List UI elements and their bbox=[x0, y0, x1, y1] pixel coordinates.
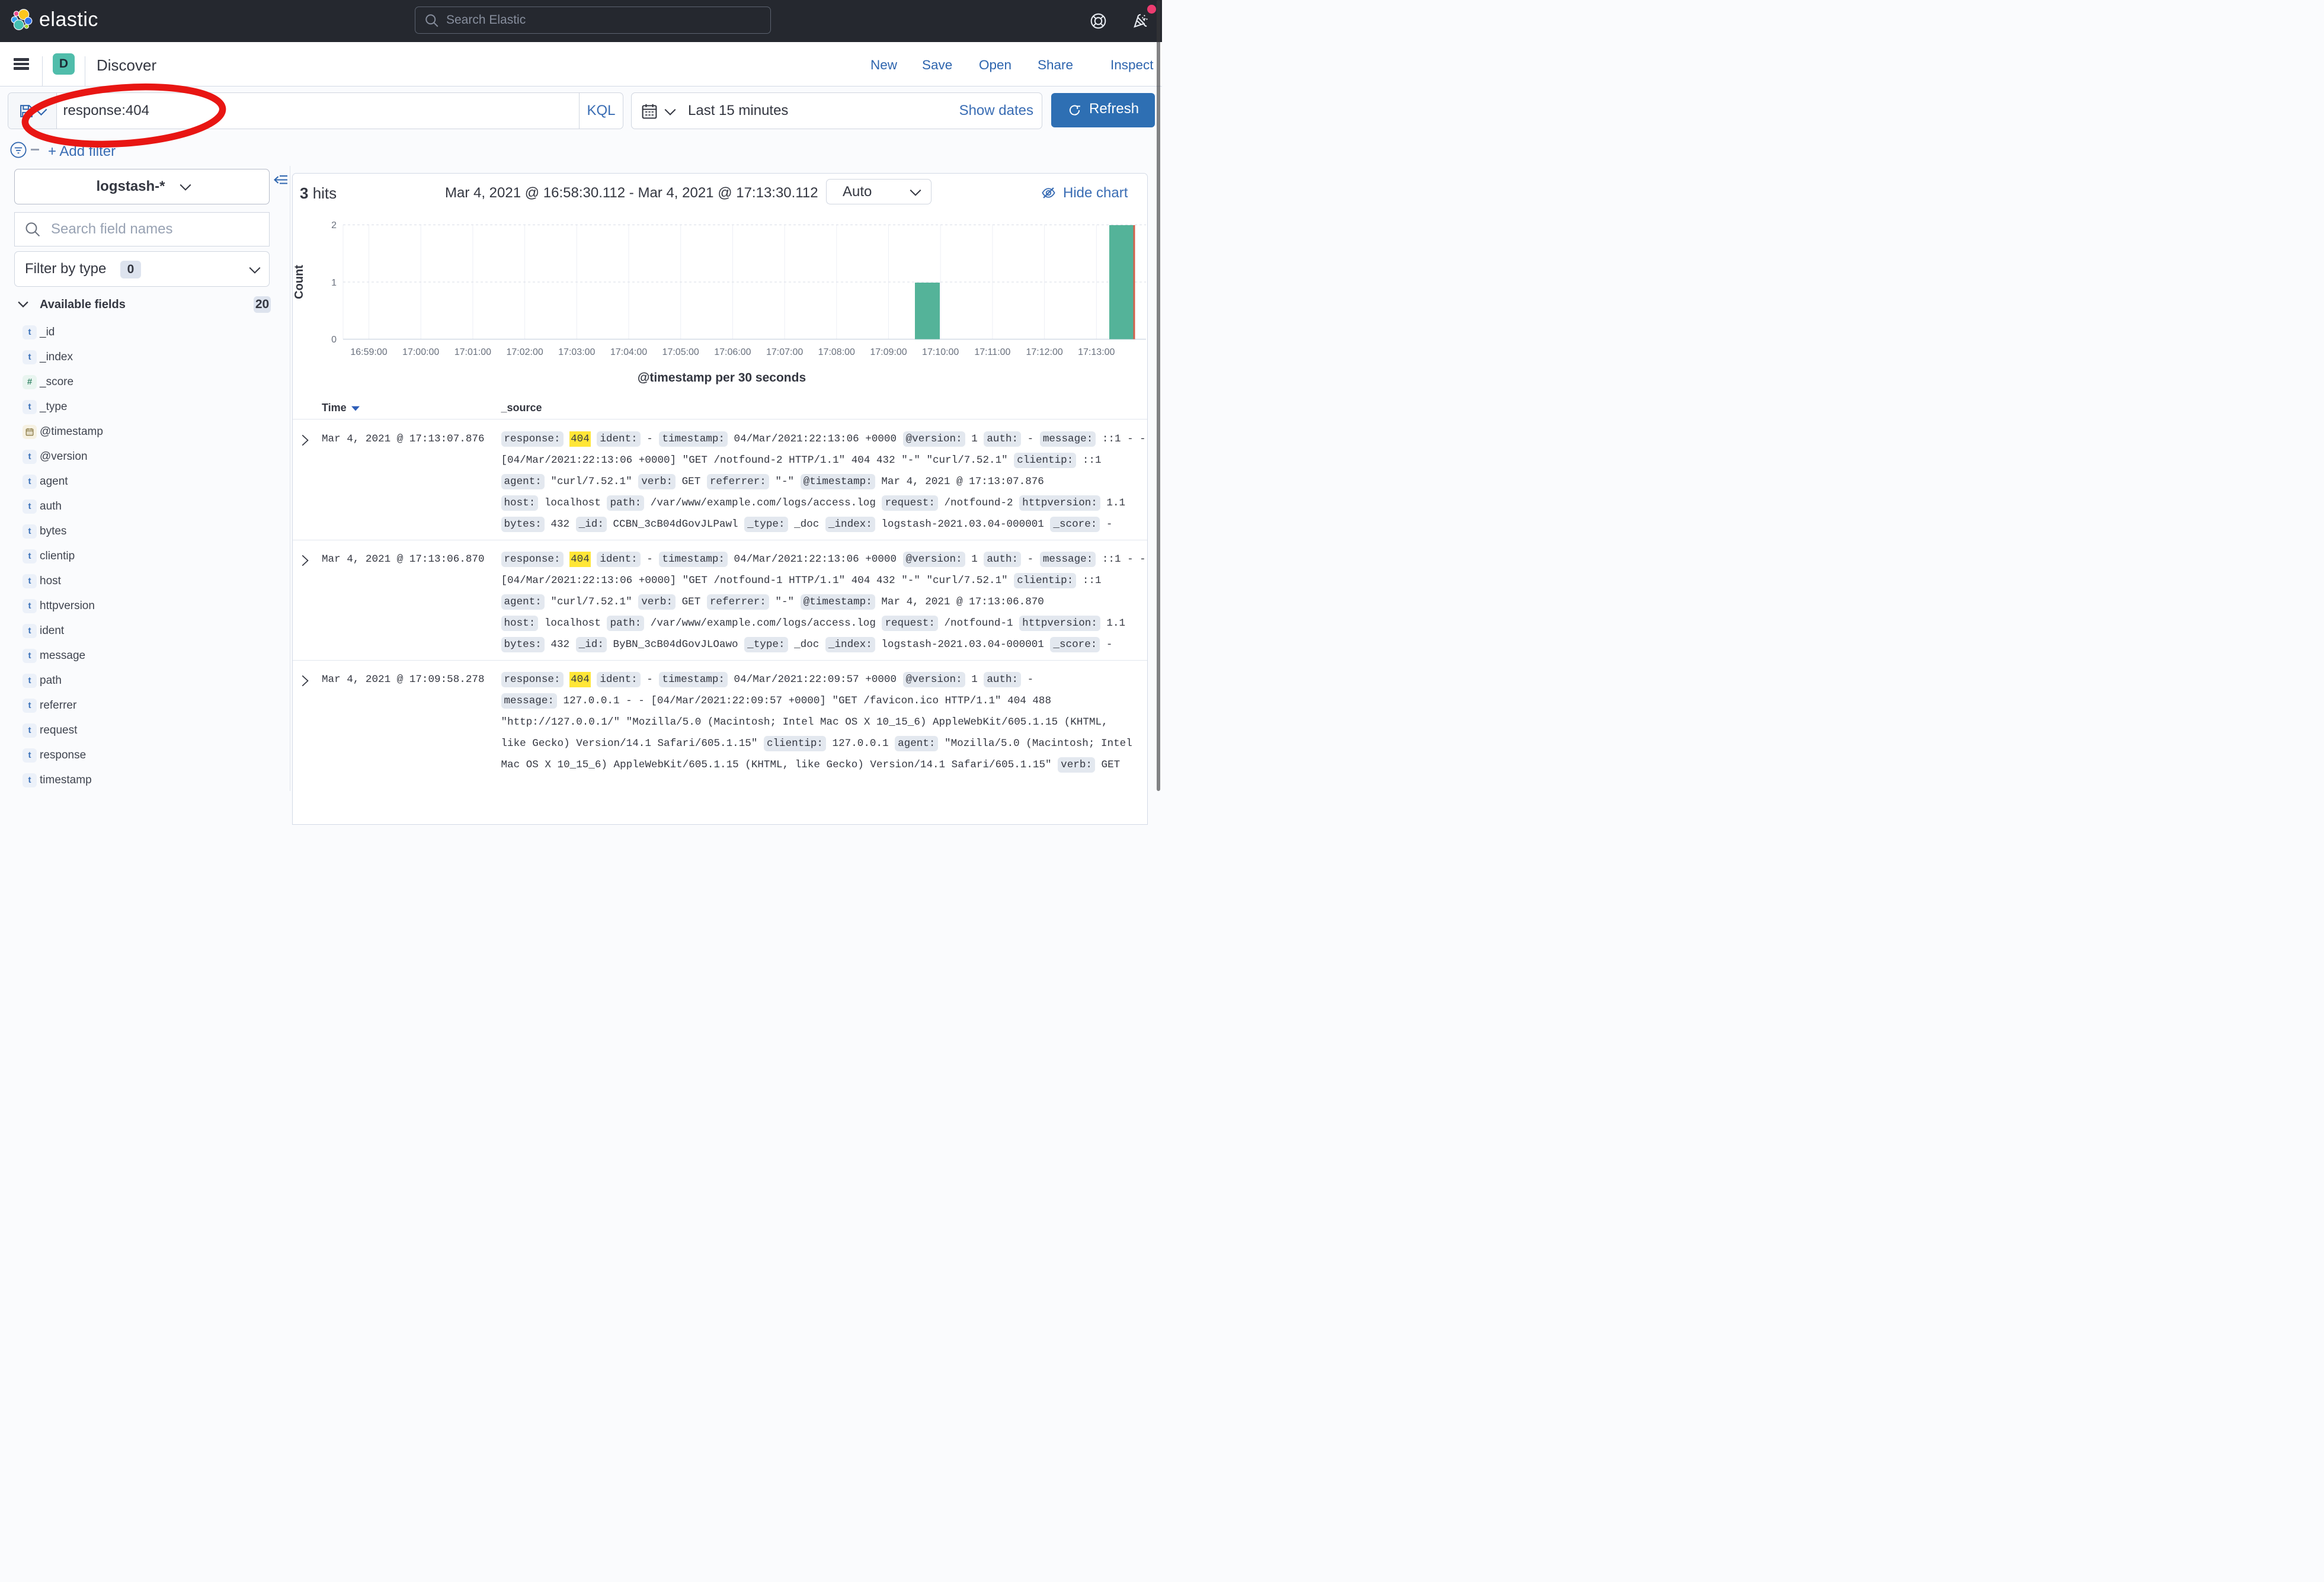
svg-text:2: 2 bbox=[331, 220, 337, 230]
svg-text:17:03:00: 17:03:00 bbox=[558, 347, 595, 357]
svg-text:17:12:00: 17:12:00 bbox=[1026, 347, 1062, 357]
svg-text:17:05:00: 17:05:00 bbox=[662, 347, 699, 357]
svg-text:16:59:00: 16:59:00 bbox=[350, 347, 387, 357]
svg-text:1: 1 bbox=[331, 278, 337, 288]
svg-text:17:02:00: 17:02:00 bbox=[506, 347, 543, 357]
svg-text:17:06:00: 17:06:00 bbox=[714, 347, 751, 357]
svg-text:17:09:00: 17:09:00 bbox=[870, 347, 907, 357]
svg-text:17:08:00: 17:08:00 bbox=[818, 347, 855, 357]
svg-text:17:04:00: 17:04:00 bbox=[610, 347, 647, 357]
svg-text:17:13:00: 17:13:00 bbox=[1078, 347, 1115, 357]
svg-text:@timestamp per 30 seconds: @timestamp per 30 seconds bbox=[638, 371, 806, 385]
svg-text:17:01:00: 17:01:00 bbox=[454, 347, 491, 357]
svg-text:0: 0 bbox=[331, 335, 337, 345]
svg-text:Count: Count bbox=[293, 265, 306, 299]
svg-text:17:10:00: 17:10:00 bbox=[922, 347, 959, 357]
svg-text:17:11:00: 17:11:00 bbox=[974, 347, 1010, 357]
svg-text:17:00:00: 17:00:00 bbox=[402, 347, 439, 357]
svg-text:17:07:00: 17:07:00 bbox=[766, 347, 803, 357]
